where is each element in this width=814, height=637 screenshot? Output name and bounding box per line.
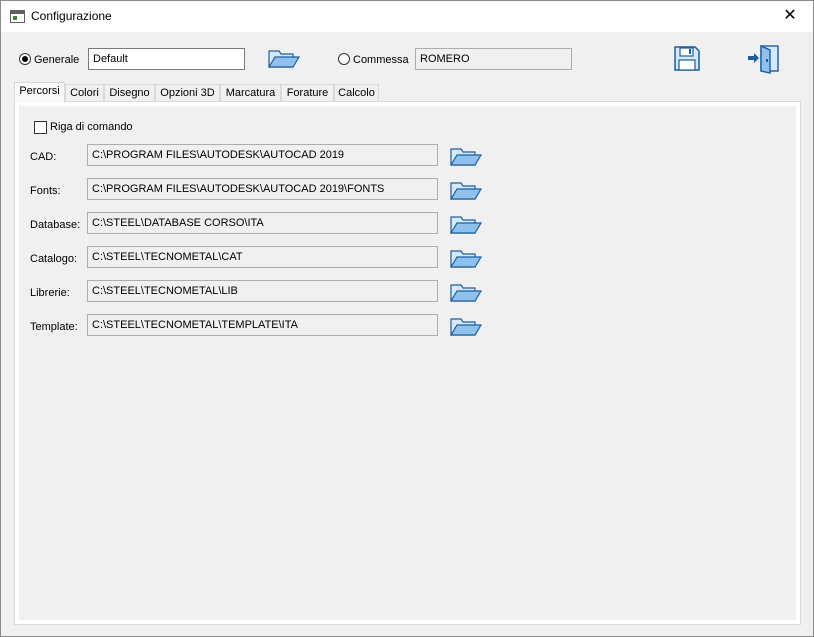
path-label-database: Database: [30, 219, 81, 231]
app-icon [10, 10, 25, 23]
commessa-radio[interactable] [338, 53, 350, 65]
tab-disegno[interactable]: Disegno [104, 84, 155, 102]
tab-colori[interactable]: Colori [65, 84, 104, 102]
command-line-checkbox[interactable] [34, 121, 47, 134]
path-input-catalogo[interactable]: C:\STEEL\TECNOMETAL\CAT [87, 246, 438, 268]
path-label-template: Template: [30, 321, 78, 333]
title-bar[interactable]: Configurazione ✕ [1, 1, 813, 32]
path-label-fonts: Fonts: [30, 185, 61, 197]
folder-open-icon[interactable] [449, 246, 483, 270]
path-input-fonts[interactable]: C:\PROGRAM FILES\AUTODESK\AUTOCAD 2019\F… [87, 178, 438, 200]
command-line-label: Riga di comando [50, 121, 133, 133]
folder-open-icon[interactable] [449, 212, 483, 236]
tab-forature[interactable]: Forature [281, 84, 334, 102]
commessa-label: Commessa [353, 54, 409, 66]
tab-calcolo[interactable]: Calcolo [334, 84, 379, 102]
path-input-template[interactable]: C:\STEEL\TECNOMETAL\TEMPLATE\ITA [87, 314, 438, 336]
path-label-catalogo: Catalogo: [30, 253, 78, 265]
tab-marcatura[interactable]: Marcatura [220, 84, 281, 102]
config-window: Configurazione ✕ Generale Default Commes… [0, 0, 814, 637]
generale-label: Generale [34, 54, 80, 66]
path-input-database[interactable]: C:\STEEL\DATABASE CORSO\ITA [87, 212, 438, 234]
folder-open-icon[interactable] [449, 280, 483, 304]
path-input-cad[interactable]: C:\PROGRAM FILES\AUTODESK\AUTOCAD 2019 [87, 144, 438, 166]
window-title: Configurazione [31, 9, 112, 23]
commessa-input[interactable]: ROMERO [415, 48, 572, 70]
folder-open-icon[interactable] [267, 46, 301, 70]
tab-percorsi[interactable]: Percorsi [14, 82, 65, 103]
folder-open-icon[interactable] [449, 178, 483, 202]
tab-panel-percorsi: Riga di comando CAD: C:\PROGRAM FILES\AU… [14, 101, 801, 625]
folder-open-icon[interactable] [449, 144, 483, 168]
close-button[interactable]: ✕ [767, 1, 813, 32]
generale-radio[interactable] [19, 53, 31, 65]
path-input-librerie[interactable]: C:\STEEL\TECNOMETAL\LIB [87, 280, 438, 302]
path-label-librerie: Librerie: [30, 287, 70, 299]
save-icon[interactable] [673, 45, 701, 72]
exit-door-icon[interactable] [747, 42, 781, 74]
tab-opzioni-3d[interactable]: Opzioni 3D [155, 84, 220, 102]
path-label-cad: CAD: [30, 151, 57, 163]
folder-open-icon[interactable] [449, 314, 483, 338]
generale-input[interactable]: Default [88, 48, 245, 70]
